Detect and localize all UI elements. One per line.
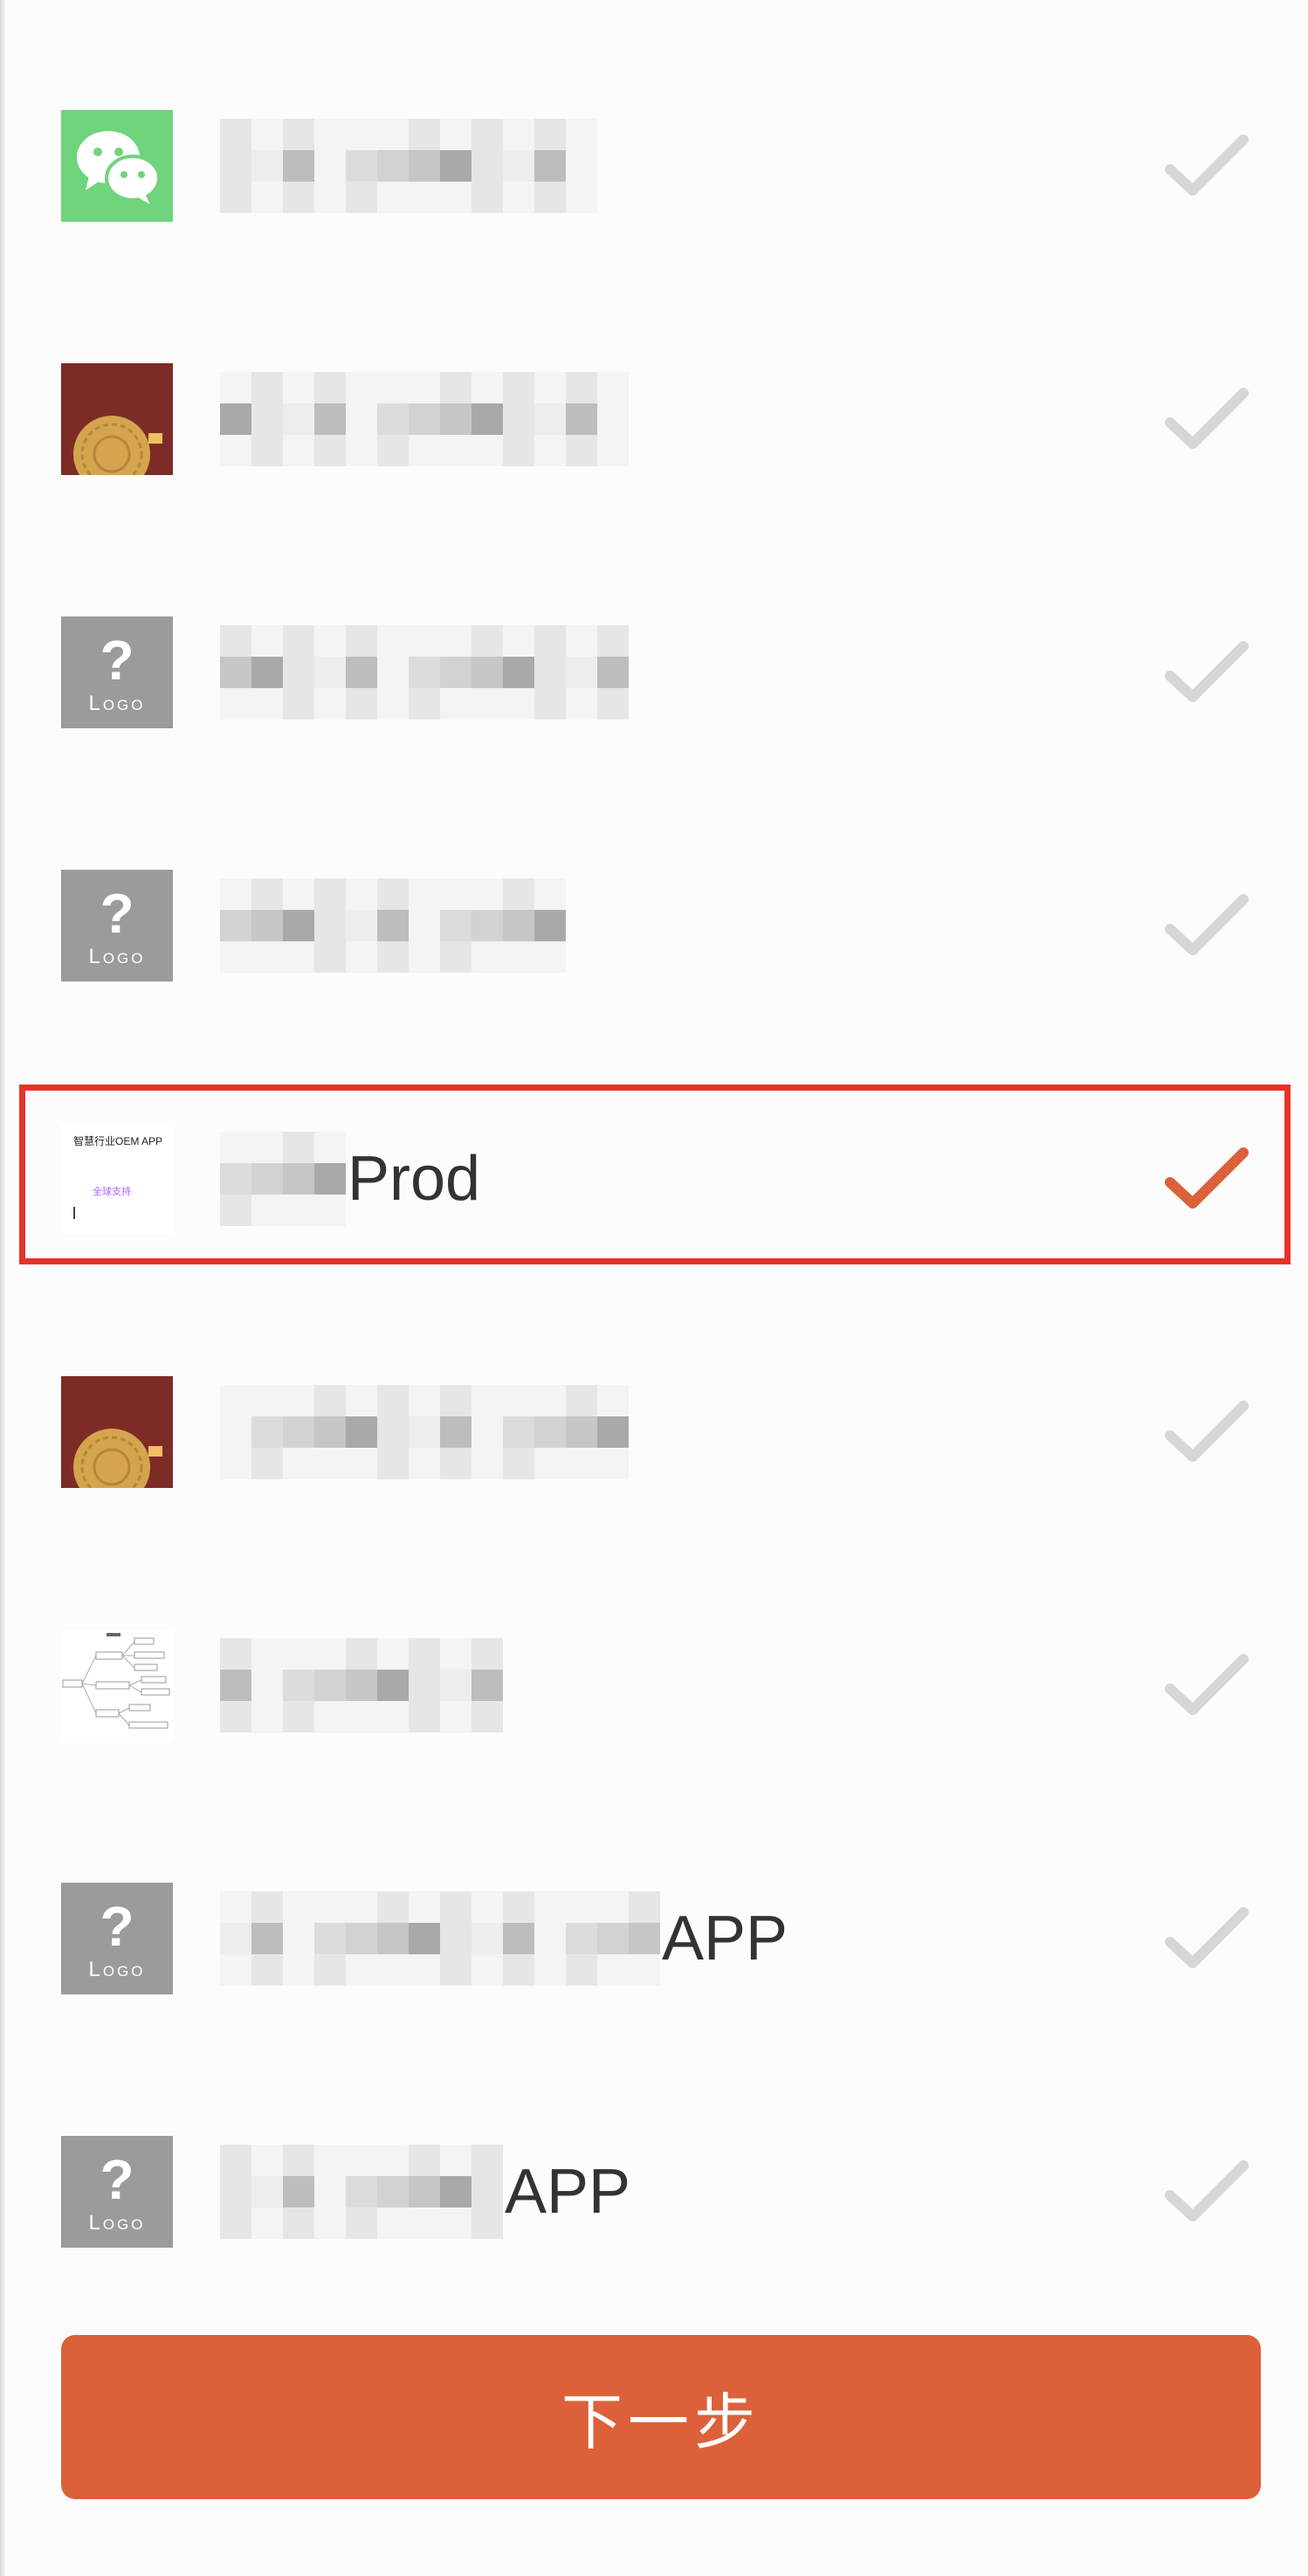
redacted-name-mosaic bbox=[220, 1638, 503, 1732]
checkmark-icon[interactable] bbox=[1163, 1397, 1250, 1467]
app-name-suffix: APP bbox=[505, 2157, 631, 2227]
checkmark-icon[interactable] bbox=[1163, 637, 1250, 707]
mindmap-icon bbox=[61, 1629, 173, 1741]
checkmark-icon[interactable] bbox=[1163, 1650, 1250, 1720]
redacted-name-mosaic bbox=[220, 625, 629, 720]
app-list-item[interactable] bbox=[0, 1340, 1308, 1525]
mooncake-icon bbox=[61, 1376, 173, 1488]
app-list-item[interactable] bbox=[0, 327, 1308, 512]
wechat-icon bbox=[61, 110, 173, 222]
app-list-item[interactable] bbox=[0, 73, 1308, 258]
app-list-item[interactable] bbox=[0, 1593, 1308, 1778]
oem-icon-title: 智慧行业OEM APP bbox=[73, 1135, 163, 1147]
checkmark-icon[interactable] bbox=[1163, 384, 1250, 454]
logo-placeholder-icon: ? Logo bbox=[61, 2136, 173, 2248]
app-name-suffix: Prod bbox=[348, 1144, 481, 1214]
app-name bbox=[220, 117, 597, 215]
question-mark-glyph: ? bbox=[100, 629, 134, 692]
question-mark-glyph: ? bbox=[100, 1895, 134, 1958]
redacted-name-mosaic bbox=[220, 1132, 346, 1226]
app-name-suffix: APP bbox=[662, 1904, 788, 1973]
app-name bbox=[220, 877, 566, 975]
app-list-item[interactable]: 智慧行业OEM APP 全球支持 Prod bbox=[0, 1086, 1308, 1271]
app-name bbox=[220, 1383, 629, 1481]
app-list-item[interactable]: ? Logo bbox=[0, 833, 1308, 1018]
checkmark-icon[interactable] bbox=[1163, 891, 1250, 961]
app-name bbox=[220, 370, 629, 468]
checkmark-icon[interactable] bbox=[1163, 1904, 1250, 1973]
app-list-item[interactable]: ? Logo APP bbox=[0, 2099, 1308, 2284]
logo-placeholder-label: Logo bbox=[88, 945, 146, 968]
redacted-name-mosaic bbox=[220, 1385, 629, 1479]
app-name: APP bbox=[220, 1890, 788, 1987]
app-list-item[interactable]: ? Logo APP bbox=[0, 1846, 1308, 2031]
app-name: Prod bbox=[220, 1130, 480, 1228]
app-list-item[interactable]: ? Logo bbox=[0, 580, 1308, 765]
logo-placeholder-label: Logo bbox=[88, 2211, 146, 2235]
next-step-button[interactable]: 下一步 bbox=[61, 2335, 1261, 2499]
question-mark-glyph: ? bbox=[100, 882, 134, 945]
oem-app-icon: 智慧行业OEM APP 全球支持 bbox=[61, 1123, 173, 1235]
logo-placeholder-icon: ? Logo bbox=[61, 870, 173, 981]
question-mark-glyph: ? bbox=[100, 2148, 134, 2211]
logo-placeholder-icon: ? Logo bbox=[61, 616, 173, 728]
app-name bbox=[220, 1636, 503, 1734]
logo-placeholder-label: Logo bbox=[88, 692, 146, 715]
redacted-name-mosaic bbox=[220, 372, 629, 466]
app-name bbox=[220, 623, 629, 721]
oem-icon-subtitle: 全球支持 bbox=[93, 1187, 131, 1197]
checkmark-icon[interactable] bbox=[1163, 131, 1250, 201]
logo-placeholder-icon: ? Logo bbox=[61, 1883, 173, 1994]
redacted-name-mosaic bbox=[220, 2145, 503, 2239]
mooncake-icon bbox=[61, 363, 173, 475]
logo-placeholder-label: Logo bbox=[88, 1958, 146, 1981]
checkmark-selected-icon[interactable] bbox=[1163, 1144, 1250, 1214]
redacted-name-mosaic bbox=[220, 1891, 660, 1986]
checkmark-icon[interactable] bbox=[1163, 2157, 1250, 2227]
redacted-name-mosaic bbox=[220, 878, 566, 973]
redacted-name-mosaic bbox=[220, 119, 597, 213]
app-name: APP bbox=[220, 2143, 630, 2241]
